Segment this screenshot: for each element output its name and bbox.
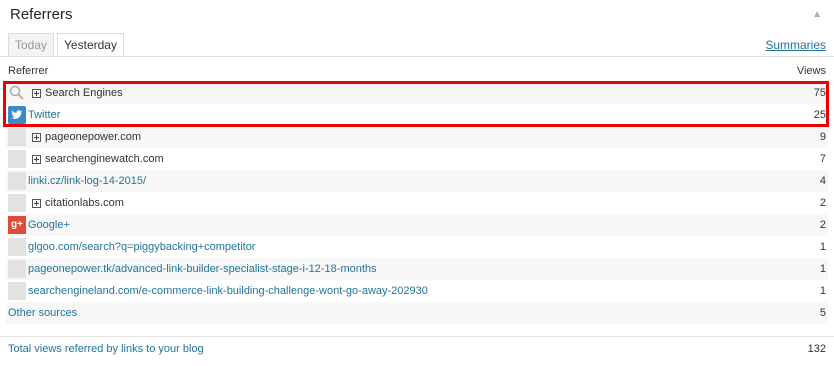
table-row: Other sources 5 [6,302,828,324]
referrer-link[interactable]: glgoo.com/search?q=piggybacking+competit… [28,241,255,253]
views-count: 7 [819,153,826,165]
referrer-label: searchenginewatch.com [45,153,164,165]
expand-plus-icon[interactable] [32,154,41,164]
table-row: Twitter 25 [6,104,828,126]
referrer-label: citationlabs.com [45,197,124,209]
column-header-views: Views [796,65,826,77]
referrer-link[interactable]: linki.cz/link-log-14-2015/ [28,175,146,187]
table-row: glgoo.com/search?q=piggybacking+competit… [6,236,828,258]
referrer-cell: glgoo.com/search?q=piggybacking+competit… [28,236,800,258]
blank-icon [8,260,26,278]
referrer-cell: Other sources [8,302,801,324]
total-views: 132 [807,343,826,355]
referrer-cell: linki.cz/link-log-14-2015/ [28,170,801,192]
table-row: citationlabs.com 2 [6,192,828,214]
table-row: searchenginewatch.com 7 [6,148,828,170]
tab-divider [0,56,834,57]
icon-cell [6,126,28,148]
referrer-cell: Google+ [28,214,801,236]
table-row: Search Engines 75 [6,82,828,104]
period-tabs: Today Yesterday [8,33,127,57]
views-count: 5 [800,302,828,324]
referrer-cell: searchenginewatch.com [28,148,800,170]
views-count: 9 [800,126,828,148]
referrer-label: pageonepower.com [45,131,142,143]
referrers-widget: Referrers ▲ Today Yesterday Summaries Ref… [0,0,834,366]
referrers-table: Search Engines 75 Twitter 25 pageonepower.co… [6,82,828,324]
collapse-arrow-icon[interactable]: ▲ [812,9,822,20]
table-row: g+ Google+ 2 [6,214,828,236]
referrer-cell: Twitter [28,104,800,126]
total-divider [0,336,834,337]
referrer-cell: pageonepower.com [28,126,801,148]
column-header-referrer: Referrer [8,65,49,77]
views-count: 4 [800,170,828,192]
views-count: 1 [819,285,826,297]
expand-plus-icon[interactable] [32,88,41,98]
widget-title: Referrers [10,6,73,23]
referrer-link[interactable]: searchengineland.com/e-commerce-link-bui… [28,285,428,297]
referrer-cell: Search Engines [28,82,801,104]
icon-cell [6,104,28,126]
blank-icon [8,282,26,300]
referrer-link[interactable]: Twitter [28,109,60,121]
blank-icon [8,194,26,212]
views-count: 1 [819,241,826,253]
icon-cell [6,170,28,192]
icon-cell [6,192,28,214]
table-row: searchengineland.com/e-commerce-link-bui… [6,280,828,302]
blank-icon [8,238,26,256]
referrer-link[interactable]: pageonepower.tk/advanced-link-builder-sp… [28,263,377,275]
views-count: 25 [813,109,826,121]
tab-today[interactable]: Today [8,33,55,56]
tab-yesterday[interactable]: Yesterday [57,33,124,57]
views-count: 1 [800,258,828,280]
google-plus-icon: g+ [8,216,26,234]
views-count: 75 [800,82,828,104]
referrer-cell: citationlabs.com [28,192,800,214]
referrer-link[interactable]: Google+ [28,219,70,231]
views-count: 2 [800,214,828,236]
blank-icon [8,172,26,190]
expand-plus-icon[interactable] [32,198,41,208]
icon-cell [6,258,28,280]
icon-cell [6,82,28,104]
widget-header: Referrers ▲ [0,0,834,30]
icon-cell [6,280,28,302]
icon-cell [6,148,28,170]
expand-plus-icon[interactable] [32,132,41,142]
referrer-link[interactable]: Other sources [8,307,77,319]
blank-icon [8,128,26,146]
table-row: pageonepower.com 9 [6,126,828,148]
table-row: linki.cz/link-log-14-2015/4 [6,170,828,192]
search-icon [8,84,26,102]
views-count: 2 [819,197,826,209]
referrer-cell: searchengineland.com/e-commerce-link-bui… [28,280,800,302]
icon-cell: g+ [6,214,28,236]
icon-cell [6,236,28,258]
referrer-cell: pageonepower.tk/advanced-link-builder-sp… [28,258,801,280]
table-row: pageonepower.tk/advanced-link-builder-sp… [6,258,828,280]
blank-icon [8,150,26,168]
total-label: Total views referred by links to your bl… [8,343,204,355]
twitter-icon [8,106,26,124]
summaries-link[interactable]: Summaries [765,38,826,52]
referrer-label: Search Engines [45,87,123,99]
